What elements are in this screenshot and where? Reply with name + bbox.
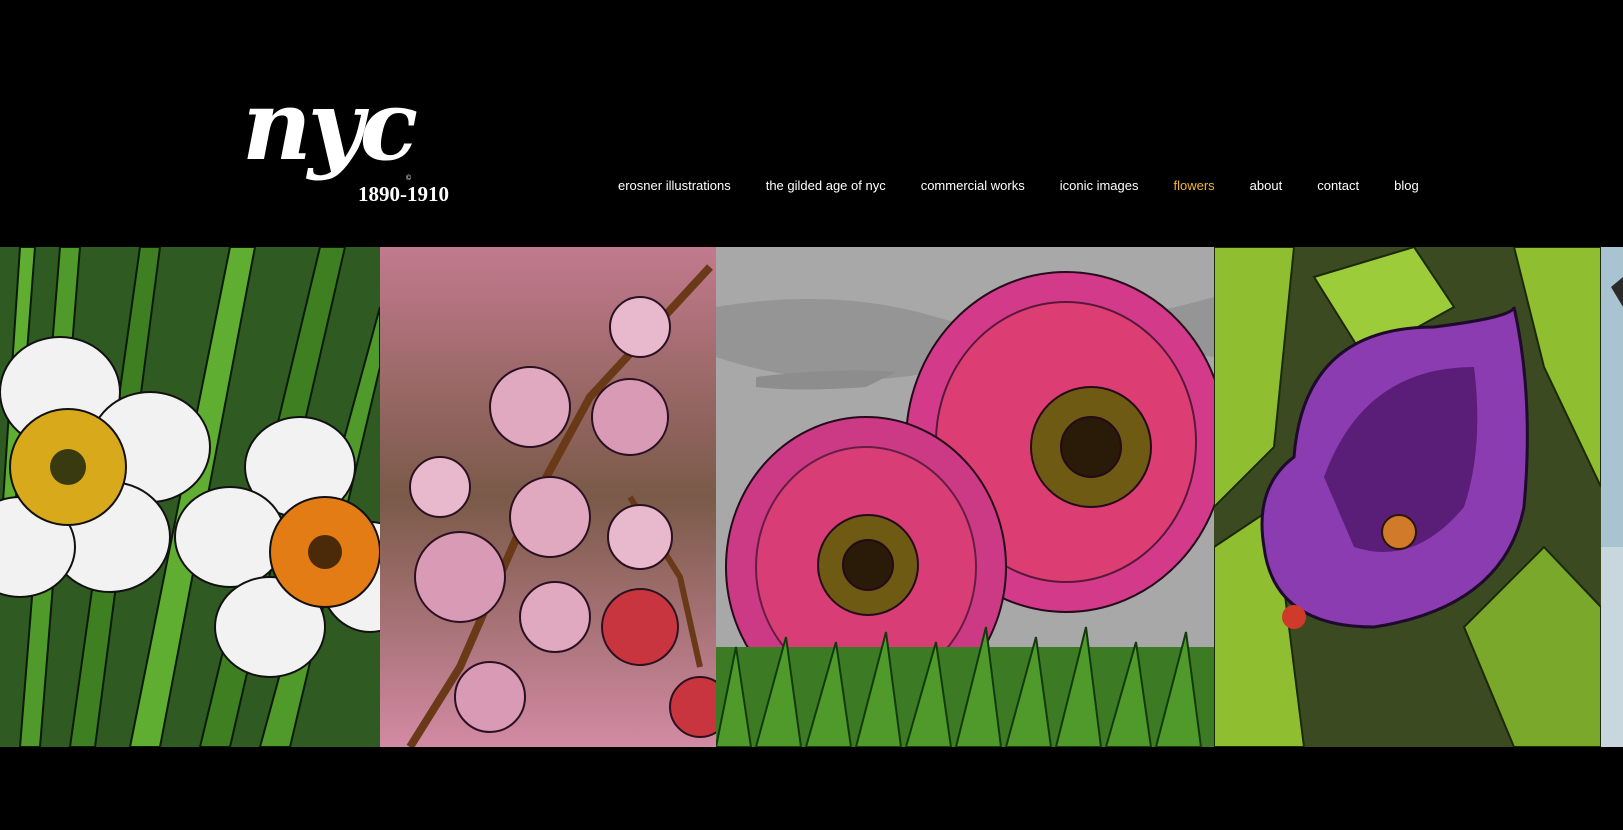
gerbera-daisies-illustration — [716, 247, 1214, 747]
gallery-image-calla-lily[interactable] — [1214, 247, 1601, 747]
calla-lily-illustration — [1214, 247, 1601, 747]
nav-erosner-illustrations[interactable]: erosner illustrations — [618, 178, 731, 193]
nav-blog[interactable]: blog — [1394, 178, 1419, 193]
cherry-blossoms-illustration — [380, 247, 716, 747]
main-nav: erosner illustrations the gilded age of … — [618, 178, 1454, 193]
partial-illustration — [1601, 247, 1623, 747]
site-logo[interactable]: nyc © 1890-1910 — [240, 78, 460, 215]
logo-text: nyc — [242, 69, 418, 182]
gallery-image-gerbera-daisies[interactable] — [716, 247, 1214, 747]
nav-commercial-works[interactable]: commercial works — [921, 178, 1025, 193]
page-footer — [0, 747, 1623, 830]
daffodils-illustration — [0, 247, 380, 747]
nav-about[interactable]: about — [1250, 178, 1283, 193]
nav-gilded-age[interactable]: the gilded age of nyc — [766, 178, 886, 193]
gallery-image-daffodils[interactable] — [0, 247, 380, 747]
flower-gallery — [0, 247, 1623, 747]
nav-iconic-images[interactable]: iconic images — [1060, 178, 1139, 193]
logo-years: 1890-1910 — [358, 182, 449, 206]
site-header: nyc © 1890-1910 erosner illustrations th… — [0, 0, 1623, 247]
nav-flowers[interactable]: flowers — [1173, 178, 1214, 193]
logo-registered-mark: © — [406, 175, 412, 182]
gallery-image-partial[interactable] — [1601, 247, 1623, 747]
gallery-image-cherry-blossoms[interactable] — [380, 247, 716, 747]
nav-contact[interactable]: contact — [1317, 178, 1359, 193]
